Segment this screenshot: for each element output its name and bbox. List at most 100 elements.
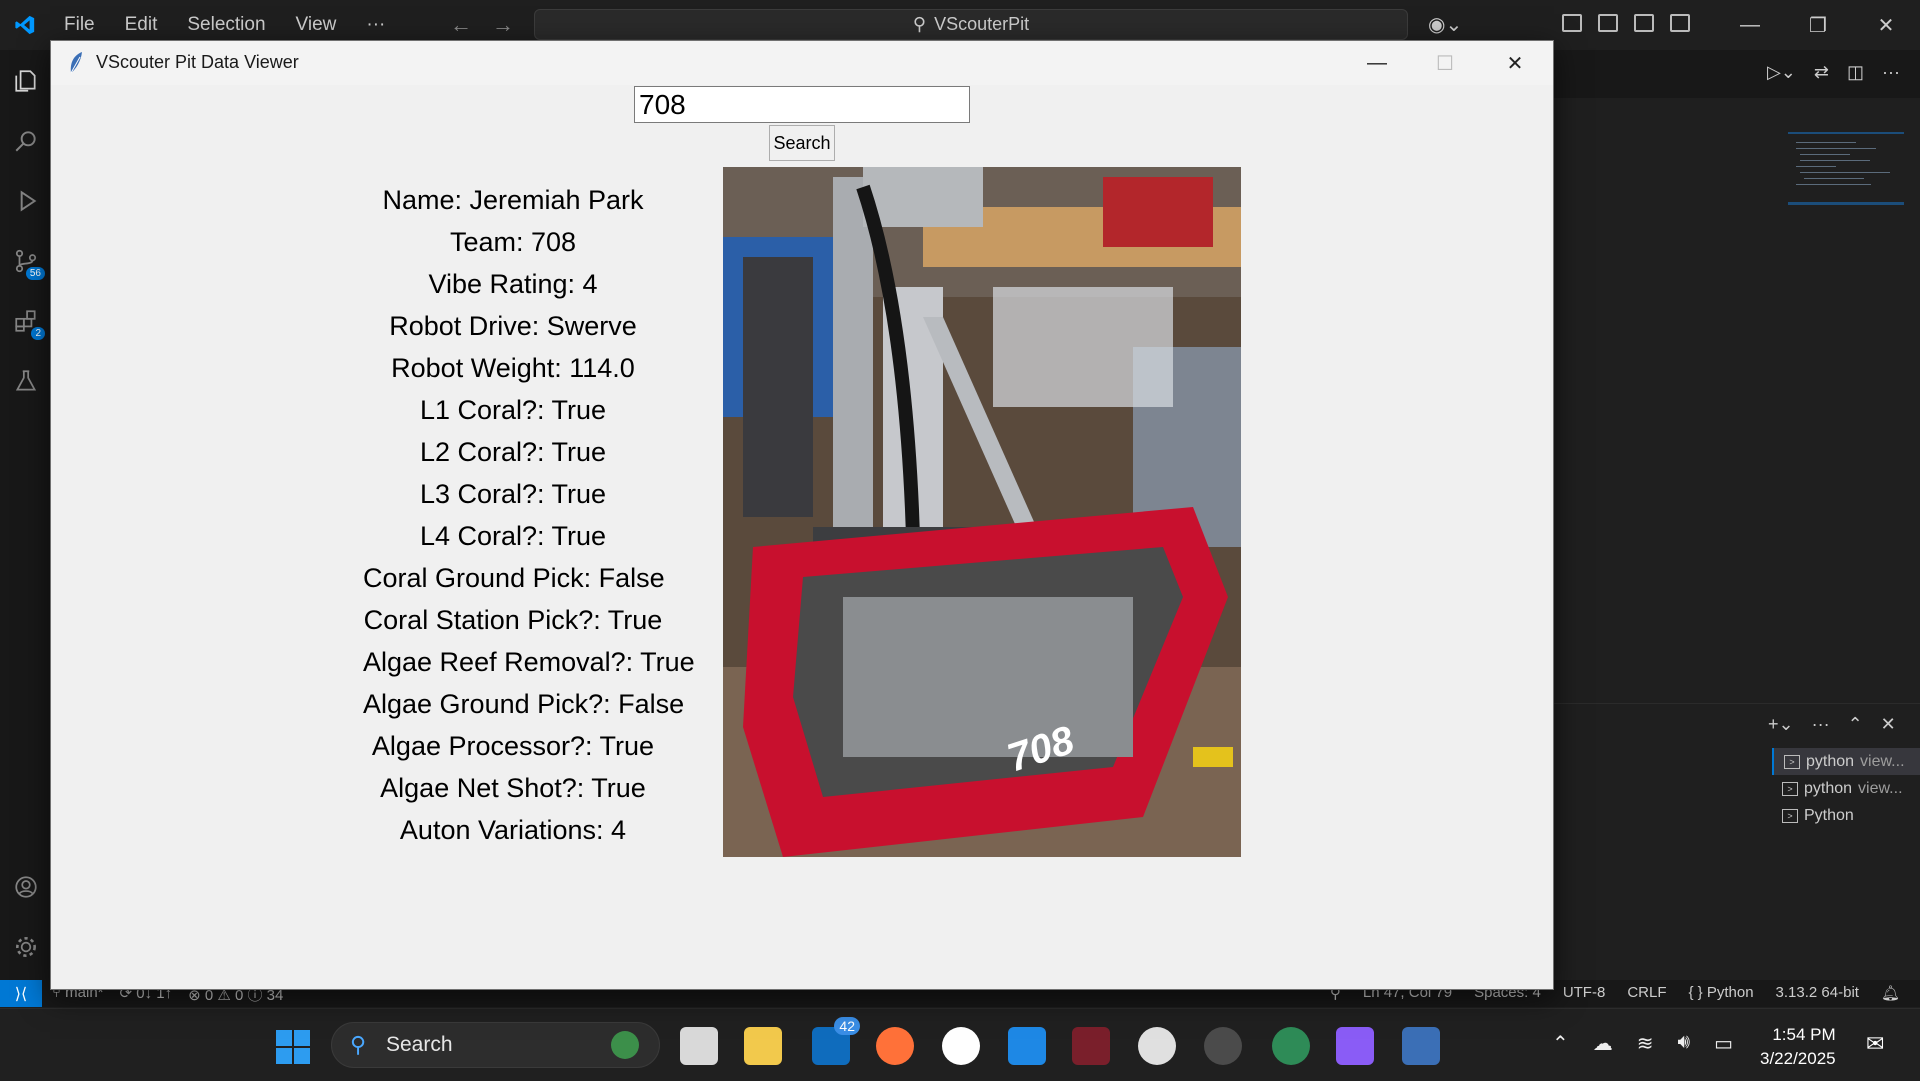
maximize-panel-icon[interactable]: ⌃ bbox=[1848, 714, 1863, 735]
info-robot-drive: Robot Drive: Swerve bbox=[389, 311, 637, 341]
forward-arrow-icon[interactable]: → bbox=[492, 12, 514, 38]
info-name: Name: Jeremiah Park bbox=[382, 185, 644, 215]
toggle-panel-icon[interactable] bbox=[1634, 14, 1654, 32]
windows-taskbar: ⚲ Search 42 ⌃ ☁ ≋ 🔊︎ ▭ 1:54 PM 3/22/2025… bbox=[0, 1008, 1920, 1081]
info-algae-net-shot: Algae Net Shot?: True bbox=[380, 773, 646, 803]
mail-icon[interactable]: 42 bbox=[812, 1017, 860, 1065]
run-python-icon[interactable]: ▷⌄ bbox=[1767, 62, 1796, 83]
info-l3-coral: L3 Coral?: True bbox=[419, 479, 607, 509]
language-mode[interactable]: { } Python bbox=[1688, 984, 1753, 1002]
menu-file[interactable]: File bbox=[64, 14, 95, 36]
dialog-close-icon[interactable]: ✕ bbox=[1481, 41, 1549, 85]
customize-layout-icon[interactable] bbox=[1562, 14, 1582, 32]
terminal-item[interactable]: > python view... bbox=[1772, 775, 1920, 802]
dialog-maximize-icon: ☐ bbox=[1436, 52, 1454, 75]
back-arrow-icon[interactable]: ← bbox=[450, 12, 472, 38]
team-search-input[interactable]: 708 bbox=[634, 86, 970, 123]
notifications-bell-icon[interactable]: 🔔︎ bbox=[1881, 984, 1900, 1002]
source-control-icon[interactable]: 56 bbox=[13, 248, 45, 280]
panel-divider bbox=[1552, 703, 1920, 704]
new-terminal-icon[interactable]: +⌄ bbox=[1768, 714, 1794, 735]
accounts-icon[interactable] bbox=[13, 874, 39, 900]
firefox-icon[interactable] bbox=[876, 1027, 914, 1065]
search-icon: ⚲ bbox=[912, 14, 927, 34]
testing-flask-icon[interactable] bbox=[13, 368, 39, 394]
sun-settings-icon[interactable] bbox=[1138, 1027, 1176, 1065]
copilot-icon[interactable]: ◉⌄ bbox=[1428, 12, 1462, 37]
toggle-secondary-sidebar-icon[interactable] bbox=[1670, 14, 1690, 32]
vscode-logo-icon bbox=[15, 15, 35, 35]
compare-changes-icon[interactable]: ⇄ bbox=[1814, 62, 1829, 83]
close-panel-icon[interactable]: ✕ bbox=[1881, 714, 1896, 735]
terminal-more-icon[interactable]: ··· bbox=[1812, 714, 1830, 735]
remote-indicator-icon[interactable]: ⟩⟨ bbox=[0, 980, 42, 1007]
inkscape-icon[interactable] bbox=[1204, 1027, 1242, 1065]
menu-selection[interactable]: Selection bbox=[187, 14, 265, 36]
line-ending[interactable]: CRLF bbox=[1627, 984, 1666, 1002]
minimap[interactable] bbox=[1788, 122, 1904, 222]
vscode-restore-icon[interactable]: ❐ bbox=[1784, 0, 1852, 50]
terminal-icon: > bbox=[1784, 754, 1800, 769]
search-icon[interactable] bbox=[13, 128, 39, 154]
code-brackets-icon[interactable] bbox=[1072, 1027, 1110, 1065]
terminal-name: python bbox=[1804, 779, 1853, 797]
command-center-label: VScouterPit bbox=[934, 14, 1030, 34]
info-l2-coral: L2 Coral?: True bbox=[419, 437, 607, 467]
info-algae-reef-removal: Algae Reef Removal?: True bbox=[363, 647, 695, 677]
menu-bar: File Edit Selection View ··· bbox=[64, 14, 385, 36]
robot-photo: 708 bbox=[723, 167, 1241, 857]
info-coral-station-pick: Coral Station Pick?: True bbox=[363, 605, 663, 635]
clock-date: 3/22/2025 bbox=[1760, 1049, 1836, 1068]
file-explorer-icon[interactable] bbox=[744, 1027, 782, 1065]
vscode-close-icon[interactable]: ✕ bbox=[1852, 0, 1920, 50]
obsidian-icon[interactable] bbox=[1336, 1027, 1374, 1065]
battery-icon[interactable]: ▭ bbox=[1714, 1031, 1733, 1056]
terminal-name: Python bbox=[1804, 806, 1854, 824]
toggle-primary-sidebar-icon[interactable] bbox=[1598, 14, 1618, 32]
dialog-minimize-icon[interactable]: — bbox=[1343, 41, 1411, 85]
more-actions-icon[interactable]: ··· bbox=[1882, 62, 1900, 83]
info-algae-ground-pick: Algae Ground Pick?: False bbox=[363, 689, 685, 719]
vscode-minimize-icon[interactable]: — bbox=[1716, 0, 1784, 50]
split-editor-icon[interactable]: ◫ bbox=[1847, 62, 1864, 83]
explorer-icon[interactable] bbox=[13, 68, 39, 94]
terminal-name: python bbox=[1806, 752, 1855, 770]
info-vibe-rating: Vibe Rating: 4 bbox=[428, 269, 598, 299]
info-robot-weight: Robot Weight: 114.0 bbox=[391, 353, 635, 383]
dialog-title: VScouter Pit Data Viewer bbox=[96, 52, 299, 72]
command-center-search[interactable]: ⚲ VScouterPit bbox=[534, 9, 1408, 40]
taskbar-search[interactable]: ⚲ Search bbox=[331, 1022, 660, 1068]
windows-start-icon[interactable] bbox=[275, 1029, 311, 1065]
info-l4-coral: L4 Coral?: True bbox=[419, 521, 607, 551]
notification-center-icon[interactable]: ✉ bbox=[1866, 1031, 1884, 1057]
terminal-sub: view... bbox=[1860, 752, 1905, 770]
menu-edit[interactable]: Edit bbox=[125, 14, 158, 36]
onedrive-cloud-icon[interactable]: ☁ bbox=[1593, 1031, 1613, 1056]
taskbar-clock[interactable]: 1:54 PM 3/22/2025 bbox=[1760, 1023, 1836, 1071]
python-feather-icon[interactable] bbox=[1402, 1027, 1440, 1065]
run-debug-icon[interactable] bbox=[13, 188, 39, 214]
search-button[interactable]: Search bbox=[769, 125, 835, 161]
terminal-item[interactable]: > python view... bbox=[1772, 748, 1920, 775]
source-control-badge: 56 bbox=[25, 267, 45, 280]
terminal-icon: > bbox=[1782, 781, 1798, 796]
mail-badge: 42 bbox=[834, 1017, 860, 1035]
task-view-icon[interactable] bbox=[680, 1027, 718, 1065]
terminal-toolbar: +⌄ ··· ⌃ ✕ bbox=[1768, 714, 1896, 735]
app-blue-icon[interactable] bbox=[942, 1027, 980, 1065]
volume-icon[interactable]: 🔊︎ bbox=[1678, 1031, 1691, 1056]
encoding[interactable]: UTF-8 bbox=[1563, 984, 1606, 1002]
wifi-icon[interactable]: ≋ bbox=[1637, 1031, 1654, 1056]
show-hidden-icons-icon[interactable]: ⌃ bbox=[1552, 1031, 1569, 1056]
python-interpreter[interactable]: 3.13.2 64-bit bbox=[1776, 984, 1859, 1002]
sync-app-icon[interactable] bbox=[1272, 1027, 1310, 1065]
terminal-item[interactable]: > Python bbox=[1772, 802, 1920, 829]
system-tray: ⌃ ☁ ≋ 🔊︎ ▭ bbox=[1552, 1031, 1733, 1056]
activity-bar: 56 2 bbox=[0, 50, 50, 980]
menu-view[interactable]: View bbox=[296, 14, 337, 36]
info-team: Team: 708 bbox=[449, 227, 577, 257]
vscode-taskbar-icon[interactable] bbox=[1008, 1027, 1046, 1065]
manage-gear-icon[interactable] bbox=[13, 934, 39, 960]
extensions-icon[interactable]: 2 bbox=[13, 308, 45, 340]
menu-more[interactable]: ··· bbox=[366, 14, 385, 36]
